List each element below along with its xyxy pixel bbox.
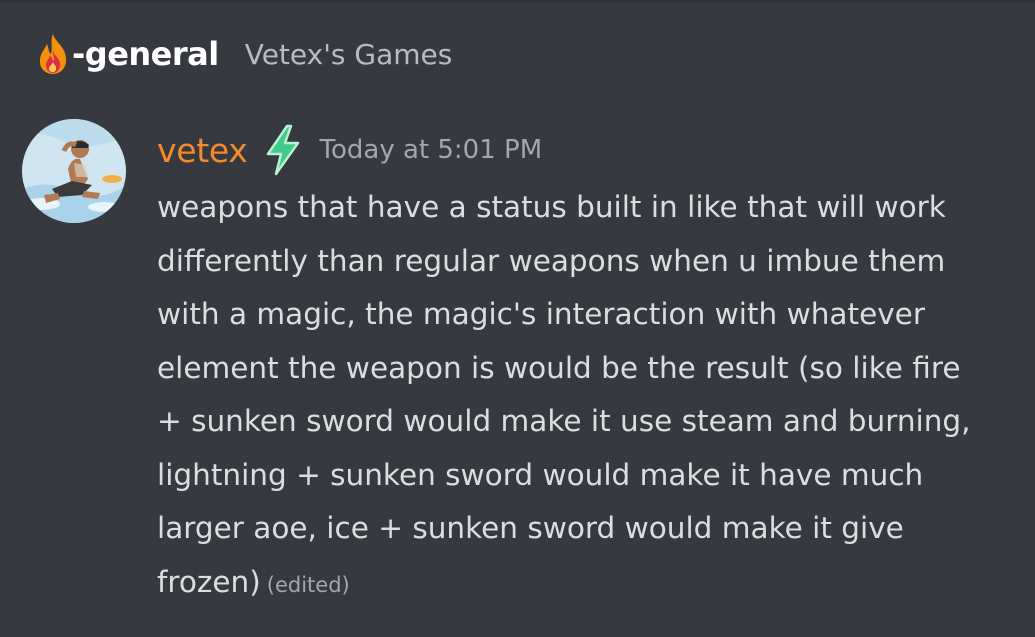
message-line: + sunken sword would make it use steam a… bbox=[157, 404, 971, 438]
message-header: vetex Today at 5:01 PM bbox=[157, 124, 542, 176]
message-line: with a magic, the magic's interaction wi… bbox=[157, 297, 925, 331]
lightning-bolt-icon[interactable] bbox=[260, 124, 306, 176]
channel-name[interactable]: -general bbox=[72, 35, 219, 73]
message-line: lightning + sunken sword would make it h… bbox=[157, 457, 924, 492]
message-line: weapons that have a status built in like… bbox=[157, 190, 946, 224]
message-timestamp[interactable]: Today at 5:01 PM bbox=[320, 135, 543, 165]
username[interactable]: vetex bbox=[157, 131, 248, 170]
message-line: larger aoe, ice + sunken sword would mak… bbox=[157, 511, 904, 545]
message-last-line: frozen) (edited) bbox=[157, 556, 1019, 613]
user-avatar[interactable] bbox=[22, 119, 126, 223]
channel-header: -general Vetex's Games bbox=[36, 30, 452, 78]
message-line: frozen) bbox=[157, 564, 261, 599]
fire-icon bbox=[36, 33, 70, 75]
server-name: Vetex's Games bbox=[244, 37, 453, 71]
message-line: element the weapon is would be the resul… bbox=[157, 350, 961, 385]
top-divider bbox=[0, 0, 1035, 3]
edited-label: (edited) bbox=[266, 572, 350, 597]
message-content: weapons that have a status built in like… bbox=[157, 181, 1019, 612]
message-line: differently than regular weapons when u … bbox=[157, 243, 946, 278]
